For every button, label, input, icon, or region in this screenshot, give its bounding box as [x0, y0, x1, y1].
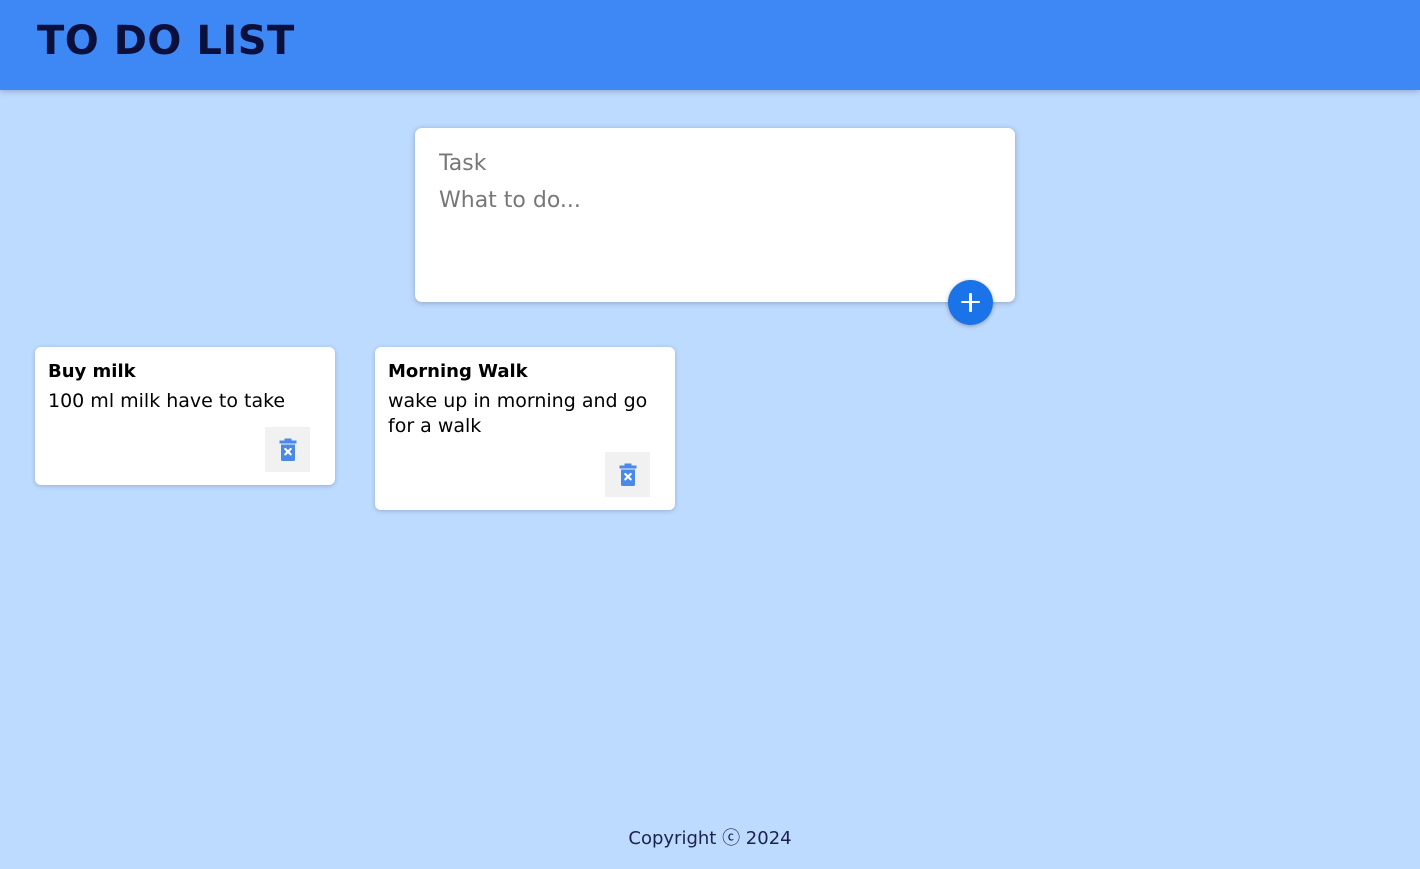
add-note-button[interactable]: [948, 280, 993, 325]
note-compose-form: [415, 128, 1015, 302]
app-title: TO DO LIST: [37, 18, 295, 64]
delete-note-button[interactable]: [605, 452, 650, 497]
note-card: Buy milk 100 ml milk have to take: [35, 347, 335, 485]
task-title-input[interactable]: [439, 148, 989, 178]
delete-icon: [279, 438, 297, 461]
note-title: Morning Walk: [388, 361, 528, 382]
task-content-input[interactable]: [439, 188, 989, 278]
note-content: 100 ml milk have to take: [48, 390, 286, 412]
page-footer: Copyright ⓒ 2024: [0, 824, 1420, 850]
copyright-text: Copyright ⓒ 2024: [628, 828, 792, 849]
delete-note-button[interactable]: [265, 427, 310, 472]
note-card: Morning Walk wake up in morning and go f…: [375, 347, 675, 510]
note-content: wake up in morning and go for a walk: [388, 390, 648, 437]
app-header: TO DO LIST: [0, 0, 1420, 90]
note-title: Buy milk: [48, 361, 136, 382]
delete-icon: [619, 463, 637, 486]
